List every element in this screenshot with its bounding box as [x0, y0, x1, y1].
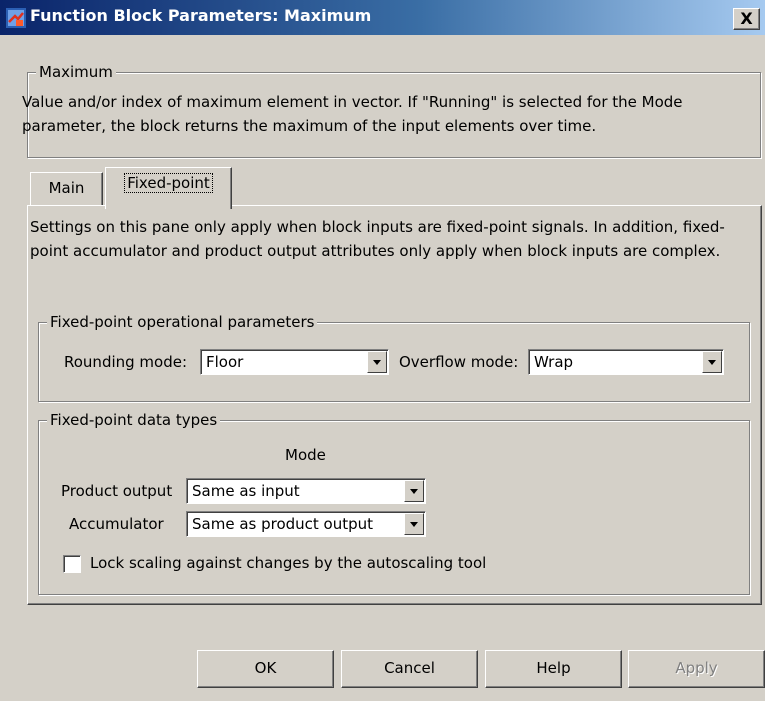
- accumulator-label: Accumulator: [69, 515, 164, 533]
- mode-column-header: Mode: [285, 446, 326, 464]
- rounding-mode-dropdown-button[interactable]: [367, 351, 387, 373]
- overflow-mode-label: Overflow mode:: [399, 353, 519, 371]
- close-button[interactable]: X: [733, 8, 760, 30]
- block-name-legend: Maximum: [36, 63, 116, 81]
- close-icon: X: [740, 9, 753, 28]
- lock-scaling-label[interactable]: Lock scaling against changes by the auto…: [90, 552, 486, 574]
- product-output-dropdown-button[interactable]: [404, 480, 424, 502]
- accumulator-mode-select[interactable]: Same as product output: [186, 511, 426, 537]
- overflow-mode-select[interactable]: Wrap: [528, 349, 724, 375]
- product-output-mode-value: Same as input: [192, 482, 300, 500]
- chevron-down-icon: [373, 360, 381, 365]
- rounding-mode-label: Rounding mode:: [64, 353, 188, 371]
- tab-main[interactable]: Main: [30, 172, 103, 206]
- ok-button[interactable]: OK: [197, 650, 334, 688]
- apply-button[interactable]: Apply: [628, 650, 765, 688]
- tab-main-label: Main: [48, 179, 85, 197]
- accumulator-dropdown-button[interactable]: [404, 513, 424, 535]
- overflow-mode-value: Wrap: [534, 353, 574, 371]
- chevron-down-icon: [708, 360, 716, 365]
- simulink-block-icon: [6, 8, 26, 28]
- block-description: Value and/or index of maximum element in…: [22, 93, 683, 135]
- cancel-button[interactable]: Cancel: [341, 650, 478, 688]
- help-button[interactable]: Help: [485, 650, 622, 688]
- rounding-mode-select[interactable]: Floor: [200, 349, 389, 375]
- window-title: Function Block Parameters: Maximum: [30, 6, 372, 25]
- fixed-point-info-text: Settings on this pane only apply when bl…: [30, 218, 725, 260]
- rounding-mode-value: Floor: [206, 353, 244, 371]
- product-output-mode-select[interactable]: Same as input: [186, 478, 426, 504]
- lock-scaling-checkbox[interactable]: [63, 555, 81, 573]
- tab-fixed-point-label: Fixed-point: [124, 173, 213, 193]
- chevron-down-icon: [410, 522, 418, 527]
- operational-parameters-legend: Fixed-point operational parameters: [47, 313, 318, 331]
- tab-fixed-point[interactable]: Fixed-point: [105, 167, 232, 209]
- data-types-legend: Fixed-point data types: [47, 411, 221, 429]
- accumulator-mode-value: Same as product output: [192, 515, 374, 533]
- title-bar[interactable]: Function Block Parameters: Maximum X: [0, 0, 765, 35]
- product-output-label: Product output: [61, 482, 173, 500]
- chevron-down-icon: [410, 489, 418, 494]
- overflow-mode-dropdown-button[interactable]: [702, 351, 722, 373]
